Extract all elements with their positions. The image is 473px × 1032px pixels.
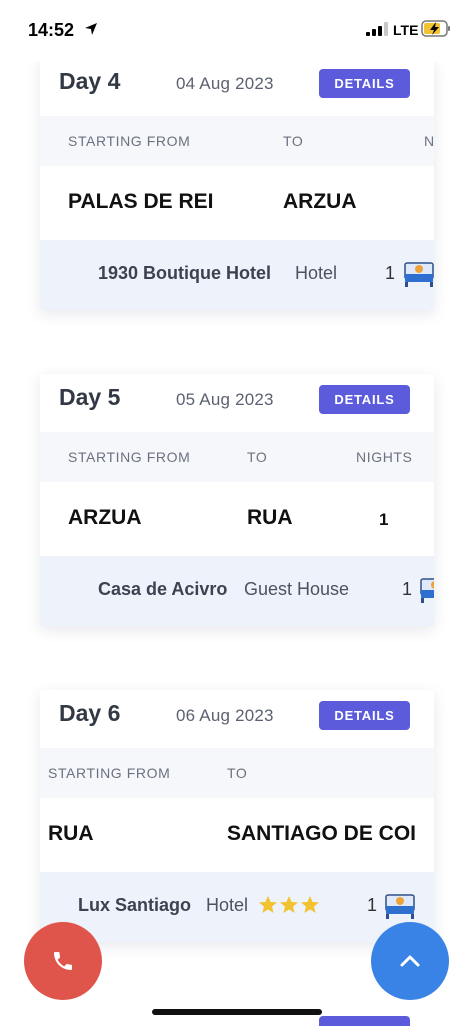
details-button[interactable]: DETAILS <box>319 385 410 414</box>
next-details-button-edge <box>319 1016 410 1026</box>
day-card-6: Day 6 06 Aug 2023 DETAILS STARTING FROM … <box>40 690 434 942</box>
day-label: Day 6 <box>59 700 121 726</box>
accommodation-row: Casa de Acivro Guest House 1 <box>40 556 434 626</box>
route-row: PALAS DE REI ARZUA <box>40 166 434 240</box>
star-icon <box>301 896 319 913</box>
star-rating <box>258 895 321 920</box>
day-label: Day 5 <box>59 384 121 410</box>
column-headers: STARTING FROM TO <box>40 748 434 798</box>
network-type: LTE <box>393 22 419 38</box>
route-row: RUA SANTIAGO DE COI <box>40 798 434 872</box>
bed-icon <box>420 578 434 603</box>
header-starting-from: STARTING FROM <box>68 133 191 149</box>
details-button[interactable]: DETAILS <box>319 69 410 98</box>
header-to: TO <box>247 449 268 465</box>
stay-nights: 1 <box>367 895 378 915</box>
header-nights: NIGHTS <box>356 449 413 465</box>
bed-icon <box>385 894 415 919</box>
star-icon <box>280 896 298 913</box>
details-button[interactable]: DETAILS <box>319 701 410 730</box>
header-starting-from: STARTING FROM <box>48 765 171 781</box>
route-from: RUA <box>48 822 94 845</box>
hotel-type: Hotel <box>206 895 249 915</box>
accommodation-row: Lux Santiago Hotel 1 <box>40 872 434 942</box>
hotel-type: Guest House <box>244 579 350 599</box>
day-label: Day 4 <box>59 68 121 94</box>
header-to: TO <box>227 765 248 781</box>
day-card-5: Day 5 05 Aug 2023 DETAILS STARTING FROM … <box>40 374 434 626</box>
header-to: TO <box>283 133 304 149</box>
accommodation-row: 1930 Boutique Hotel Hotel 1 <box>40 240 434 310</box>
star-icon <box>259 896 277 913</box>
hotel-name: 1930 Boutique Hotel <box>98 263 272 283</box>
status-time: 14:52 <box>28 20 75 40</box>
day-card-header: Day 5 05 Aug 2023 DETAILS <box>40 374 434 432</box>
status-bar: 14:52 LTE <box>0 0 473 62</box>
route-row: ARZUA RUA 1 <box>40 482 434 556</box>
phone-icon <box>54 952 72 970</box>
battery-charging-icon <box>421 20 450 37</box>
chevron-up-icon <box>400 955 420 967</box>
header-starting-from: STARTING FROM <box>68 449 191 465</box>
signal-strength-icon <box>366 22 388 36</box>
hotel-name: Casa de Acivro <box>98 579 228 599</box>
day-date: 05 Aug 2023 <box>176 390 274 409</box>
day-date: 06 Aug 2023 <box>176 706 274 725</box>
route-nights: 1 <box>379 510 389 529</box>
location-arrow-icon <box>85 23 97 35</box>
bed-icon <box>404 262 434 287</box>
route-to: RUA <box>247 506 293 529</box>
header-nights: N <box>424 133 434 149</box>
hotel-name: Lux Santiago <box>78 895 192 915</box>
call-button[interactable] <box>24 922 102 1000</box>
column-headers: STARTING FROM TO N <box>40 116 434 166</box>
column-headers: STARTING FROM TO NIGHTS <box>40 432 434 482</box>
route-from: ARZUA <box>68 506 142 529</box>
day-card-4: Day 4 04 Aug 2023 DETAILS STARTING FROM … <box>40 58 434 310</box>
hotel-type: Hotel <box>295 263 338 283</box>
day-date: 04 Aug 2023 <box>176 74 274 93</box>
route-from: PALAS DE REI <box>68 190 214 213</box>
day-card-header: Day 4 04 Aug 2023 DETAILS <box>40 58 434 116</box>
scroll-to-top-button[interactable] <box>371 922 449 1000</box>
home-indicator[interactable] <box>152 1009 322 1015</box>
day-card-header: Day 6 06 Aug 2023 DETAILS <box>40 690 434 748</box>
stay-nights: 1 <box>402 579 413 599</box>
stay-nights: 1 <box>385 263 396 283</box>
route-to: ARZUA <box>283 190 357 213</box>
route-to: SANTIAGO DE COI <box>227 822 417 845</box>
